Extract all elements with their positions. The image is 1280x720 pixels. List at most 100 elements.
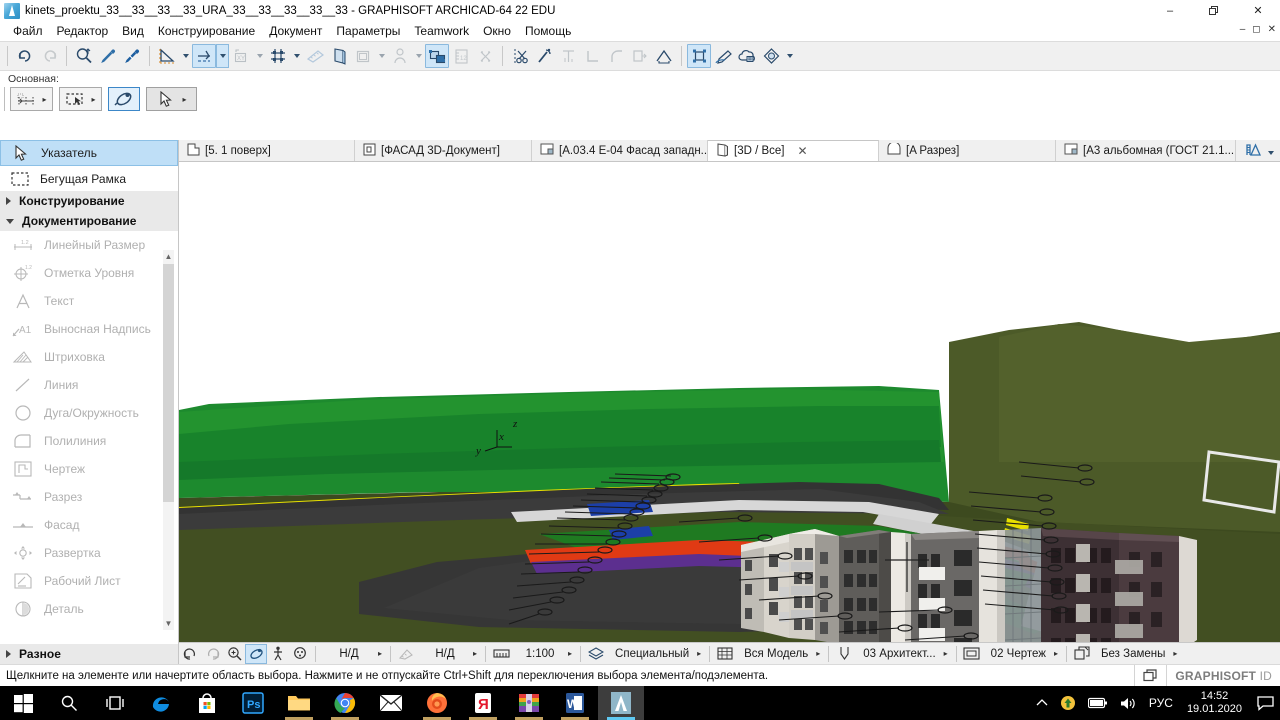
scroll-up-arrow-icon[interactable]: ▲ (163, 250, 174, 263)
word-icon[interactable]: W (552, 686, 598, 720)
structure-display-field[interactable]: Вся Модель (736, 648, 816, 660)
winrar-icon[interactable] (506, 686, 552, 720)
ruler-12-icon[interactable]: 12 (449, 44, 473, 68)
coordinate-origin-dropdown-arrow-icon[interactable] (253, 44, 266, 68)
pan-back-icon[interactable] (179, 644, 201, 664)
microsoft-store-icon[interactable] (184, 686, 230, 720)
layer-combination-arrow-icon[interactable]: ▸ (697, 649, 705, 658)
restore-button[interactable] (1192, 0, 1236, 21)
layers-icon[interactable] (585, 644, 607, 664)
sidebar-tool-text[interactable]: Текст (0, 287, 178, 315)
tab-section-a[interactable]: [A Разрез] (879, 140, 1056, 161)
tab-facade-3d-document[interactable]: [ФАСАД 3D-Документ] (355, 140, 532, 161)
firefox-icon[interactable] (414, 686, 460, 720)
eyedropper-pick-icon[interactable] (96, 44, 120, 68)
guide-lines-dropdown-arrow-icon[interactable] (179, 44, 192, 68)
close-icon[interactable]: ✕ (798, 144, 808, 158)
minimize-button[interactable]: – (1148, 0, 1192, 21)
document-minimize-button[interactable]: – (1240, 24, 1246, 35)
renovation-filter-field[interactable]: Н/Д (417, 648, 473, 660)
menu-item-file[interactable]: Файл (6, 22, 50, 40)
dimension-tool-arrow-icon[interactable]: ▸ (39, 88, 50, 110)
battery-icon[interactable] (1082, 697, 1114, 709)
pen-set-field[interactable]: 03 Архитект... (855, 648, 943, 660)
menu-item-edit[interactable]: Редактор (50, 22, 116, 40)
pen-set-icon[interactable] (388, 44, 412, 68)
chrome-icon[interactable] (322, 686, 368, 720)
menu-item-options[interactable]: Параметры (329, 22, 407, 40)
menu-item-window[interactable]: Окно (476, 22, 518, 40)
scale-field-arrow-icon[interactable]: ▸ (568, 649, 576, 658)
trim-corner-icon[interactable] (580, 44, 604, 68)
tray-expand-chevron-icon[interactable] (1030, 698, 1054, 708)
tab-overflow-chevron-icon[interactable] (1268, 144, 1274, 158)
volume-icon[interactable] (1114, 696, 1143, 711)
sidebar-tool-arc-circle[interactable]: Дуга/Окружность (0, 399, 178, 427)
sidebar-item-arrow[interactable]: Указатель (0, 140, 178, 166)
tab-layout-west-facade[interactable]: [A.03.4 E-04 Фасад западн... (532, 140, 708, 161)
menu-item-teamwork[interactable]: Teamwork (407, 22, 476, 40)
grid-snap-dropdown-arrow-icon[interactable] (290, 44, 303, 68)
marquee-3d-icon[interactable] (687, 44, 711, 68)
sidebar-tool-section[interactable]: Разрез (0, 483, 178, 511)
renovation-field-arrow-icon[interactable]: ▸ (473, 649, 481, 658)
roof-pitch-icon[interactable] (652, 44, 676, 68)
arrow-tool-arrow-icon[interactable]: ▸ (179, 88, 190, 110)
marquee-tool[interactable]: ▸ (59, 87, 102, 111)
sidebar-tool-interior-elevation[interactable]: Развертка (0, 539, 178, 567)
guide-lines-icon[interactable] (155, 44, 179, 68)
menu-item-design[interactable]: Конструирование (151, 22, 262, 40)
scrollbar-thumb[interactable] (163, 264, 174, 502)
file-explorer-icon[interactable] (276, 686, 322, 720)
task-view-icon[interactable] (92, 686, 138, 720)
notification-icon[interactable] (1250, 686, 1280, 720)
sidebar-item-marquee[interactable]: Бегущая Рамка (0, 166, 178, 191)
marquee-clear-icon[interactable] (473, 44, 497, 68)
graphisoft-id-button[interactable]: GRAPHISOFT ID (1166, 664, 1280, 687)
update-icon[interactable] (1054, 695, 1082, 711)
renovation-icon[interactable] (395, 644, 417, 664)
tab-floor-plan[interactable]: [5. 1 поверх] (179, 140, 355, 161)
sidebar-tool-elevation[interactable]: Фасад (0, 511, 178, 539)
structure-icon[interactable] (714, 644, 736, 664)
yandex-browser-icon[interactable]: Я (460, 686, 506, 720)
3d-cutaway-icon[interactable] (425, 44, 449, 68)
orbit-tool[interactable] (108, 87, 140, 111)
syringe-inject-icon[interactable] (120, 44, 144, 68)
sidebar-group-misc[interactable]: Разное (0, 644, 178, 664)
undo-icon[interactable] (13, 44, 37, 68)
rendering-icon[interactable] (759, 44, 783, 68)
arrow-tool[interactable]: ▸ (146, 87, 197, 111)
story-field[interactable]: Н/Д (320, 648, 378, 660)
cloud-note-icon[interactable] (735, 44, 759, 68)
model-view-options-arrow-icon[interactable]: ▸ (1054, 649, 1062, 658)
3d-viewport[interactable]: z x y (179, 162, 1280, 642)
structure-display-arrow-icon[interactable]: ▸ (816, 649, 824, 658)
sidebar-group-documentation[interactable]: Документирование (0, 211, 178, 231)
pen-icon[interactable] (833, 644, 855, 664)
scroll-down-arrow-icon[interactable]: ▼ (163, 617, 174, 630)
windows-start-icon[interactable] (0, 686, 46, 720)
pen-set-dropdown-arrow-icon[interactable] (412, 44, 425, 68)
sidebar-tool-line[interactable]: Линия (0, 371, 178, 399)
magic-wand-icon[interactable] (532, 44, 556, 68)
photoshop-icon[interactable]: Ps (230, 686, 276, 720)
view-mode-icon[interactable] (1246, 142, 1264, 159)
layer-combination-field[interactable]: Специальный (607, 648, 697, 660)
sidebar-tool-hatch[interactable]: Штриховка (0, 343, 178, 371)
zoom-selection-icon[interactable] (72, 44, 96, 68)
layers-dropdown-arrow-icon[interactable] (375, 44, 388, 68)
sidebar-tool-linear-dimension[interactable]: 1.2 Линейный Размер (0, 231, 178, 259)
rendering-dropdown-arrow-icon[interactable] (783, 44, 796, 68)
pen-set-arrow-icon[interactable]: ▸ (944, 649, 952, 658)
document-close-button[interactable]: ✕ (1268, 24, 1276, 35)
scale-field[interactable]: 1:100 (512, 648, 568, 660)
split-scissors-icon[interactable] (508, 44, 532, 68)
sidebar-tool-level-dimension[interactable]: 1.2 Отметка Уровня (0, 259, 178, 287)
zoom-in-icon[interactable] (223, 644, 245, 664)
model-view-options-field[interactable]: 02 Чертеж (983, 648, 1054, 660)
menu-item-view[interactable]: Вид (115, 22, 151, 40)
tab-3d-all[interactable]: [3D / Все] ✕ (708, 140, 879, 161)
language-indicator[interactable]: РУС (1143, 696, 1179, 710)
edit-3d-icon[interactable] (711, 44, 735, 68)
